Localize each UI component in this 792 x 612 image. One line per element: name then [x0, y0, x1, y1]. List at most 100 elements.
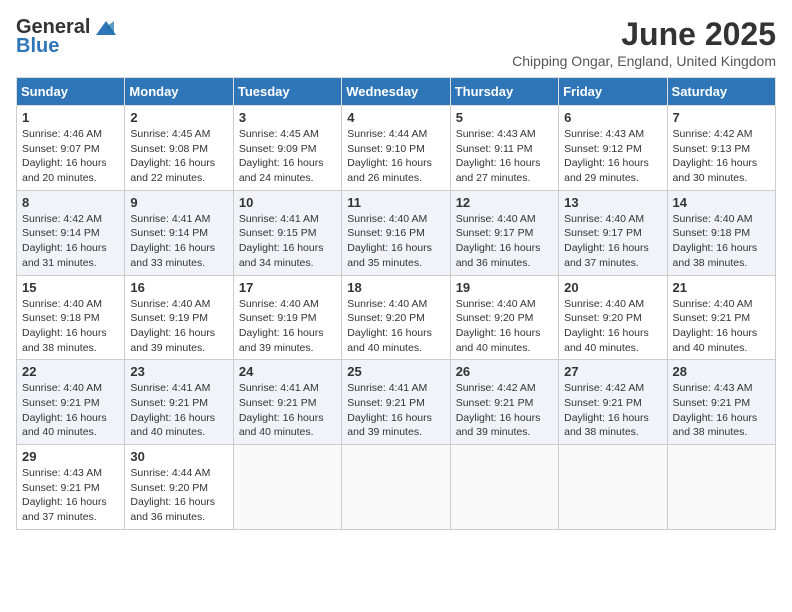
day-number: 21: [673, 280, 770, 295]
day-number: 3: [239, 110, 336, 125]
day-info: Sunrise: 4:40 AMSunset: 9:18 PMDaylight:…: [22, 297, 119, 356]
calendar-cell: [450, 445, 558, 530]
calendar-cell: 16 Sunrise: 4:40 AMSunset: 9:19 PMDayligh…: [125, 275, 233, 360]
calendar-cell: 12 Sunrise: 4:40 AMSunset: 9:17 PMDayligh…: [450, 190, 558, 275]
calendar-cell: 5 Sunrise: 4:43 AMSunset: 9:11 PMDaylight…: [450, 106, 558, 191]
day-number: 29: [22, 449, 119, 464]
calendar-table: SundayMondayTuesdayWednesdayThursdayFrid…: [16, 77, 776, 530]
day-number: 28: [673, 364, 770, 379]
calendar-cell: 1Sunrise: 4:46 AMSunset: 9:07 PMDaylight…: [17, 106, 125, 191]
day-number: 30: [130, 449, 227, 464]
day-number: 19: [456, 280, 553, 295]
day-number: 24: [239, 364, 336, 379]
calendar-cell: 15 Sunrise: 4:40 AMSunset: 9:18 PMDayligh…: [17, 275, 125, 360]
day-info: Sunrise: 4:42 AMSunset: 9:13 PMDaylight:…: [673, 127, 770, 186]
day-info: Sunrise: 4:40 AMSunset: 9:20 PMDaylight:…: [347, 297, 444, 356]
weekday-header: Sunday: [17, 78, 125, 106]
day-number: 26: [456, 364, 553, 379]
logo: General Blue: [16, 16, 120, 58]
calendar-cell: 30 Sunrise: 4:44 AMSunset: 9:20 PMDayligh…: [125, 445, 233, 530]
calendar-cell: 19 Sunrise: 4:40 AMSunset: 9:20 PMDayligh…: [450, 275, 558, 360]
calendar-cell: 21 Sunrise: 4:40 AMSunset: 9:21 PMDayligh…: [667, 275, 775, 360]
day-number: 9: [130, 195, 227, 210]
day-info: Sunrise: 4:43 AMSunset: 9:11 PMDaylight:…: [456, 127, 553, 186]
weekday-header: Thursday: [450, 78, 558, 106]
calendar-cell: 10 Sunrise: 4:41 AMSunset: 9:15 PMDayligh…: [233, 190, 341, 275]
day-number: 6: [564, 110, 661, 125]
calendar-cell: [667, 445, 775, 530]
day-number: 2: [130, 110, 227, 125]
day-info: Sunrise: 4:40 AMSunset: 9:18 PMDaylight:…: [673, 212, 770, 271]
day-number: 22: [22, 364, 119, 379]
calendar-cell: 4 Sunrise: 4:44 AMSunset: 9:10 PMDaylight…: [342, 106, 450, 191]
day-info: Sunrise: 4:40 AMSunset: 9:21 PMDaylight:…: [22, 381, 119, 440]
day-number: 18: [347, 280, 444, 295]
calendar-cell: 29 Sunrise: 4:43 AMSunset: 9:21 PMDayligh…: [17, 445, 125, 530]
calendar-cell: 6 Sunrise: 4:43 AMSunset: 9:12 PMDaylight…: [559, 106, 667, 191]
day-info: Sunrise: 4:40 AMSunset: 9:17 PMDaylight:…: [456, 212, 553, 271]
calendar-cell: 11 Sunrise: 4:40 AMSunset: 9:16 PMDayligh…: [342, 190, 450, 275]
day-info: Sunrise: 4:45 AMSunset: 9:08 PMDaylight:…: [130, 127, 227, 186]
day-info: Sunrise: 4:43 AMSunset: 9:21 PMDaylight:…: [673, 381, 770, 440]
day-number: 25: [347, 364, 444, 379]
day-number: 16: [130, 280, 227, 295]
calendar-cell: 28 Sunrise: 4:43 AMSunset: 9:21 PMDayligh…: [667, 360, 775, 445]
day-info: Sunrise: 4:42 AMSunset: 9:21 PMDaylight:…: [456, 381, 553, 440]
day-number: 14: [673, 195, 770, 210]
day-info: Sunrise: 4:44 AMSunset: 9:10 PMDaylight:…: [347, 127, 444, 186]
weekday-header: Saturday: [667, 78, 775, 106]
calendar-cell: 3 Sunrise: 4:45 AMSunset: 9:09 PMDaylight…: [233, 106, 341, 191]
day-info: Sunrise: 4:43 AMSunset: 9:21 PMDaylight:…: [22, 466, 119, 525]
day-number: 27: [564, 364, 661, 379]
day-number: 4: [347, 110, 444, 125]
day-number: 8: [22, 195, 119, 210]
calendar-cell: [559, 445, 667, 530]
day-info: Sunrise: 4:41 AMSunset: 9:15 PMDaylight:…: [239, 212, 336, 271]
day-number: 15: [22, 280, 119, 295]
day-info: Sunrise: 4:44 AMSunset: 9:20 PMDaylight:…: [130, 466, 227, 525]
calendar-cell: 7 Sunrise: 4:42 AMSunset: 9:13 PMDaylight…: [667, 106, 775, 191]
logo-blue-text: Blue: [16, 35, 59, 58]
day-info: Sunrise: 4:40 AMSunset: 9:20 PMDaylight:…: [456, 297, 553, 356]
calendar-cell: 8 Sunrise: 4:42 AMSunset: 9:14 PMDaylight…: [17, 190, 125, 275]
calendar-cell: 13 Sunrise: 4:40 AMSunset: 9:17 PMDayligh…: [559, 190, 667, 275]
day-info: Sunrise: 4:40 AMSunset: 9:19 PMDaylight:…: [239, 297, 336, 356]
calendar-cell: 20Sunrise: 4:40 AMSunset: 9:20 PMDayligh…: [559, 275, 667, 360]
weekday-header: Wednesday: [342, 78, 450, 106]
day-number: 20: [564, 280, 661, 295]
day-info: Sunrise: 4:45 AMSunset: 9:09 PMDaylight:…: [239, 127, 336, 186]
day-info: Sunrise: 4:40 AMSunset: 9:17 PMDaylight:…: [564, 212, 661, 271]
day-info: Sunrise: 4:40 AMSunset: 9:21 PMDaylight:…: [673, 297, 770, 356]
day-number: 5: [456, 110, 553, 125]
calendar-cell: [233, 445, 341, 530]
weekday-header: Monday: [125, 78, 233, 106]
calendar-cell: 23Sunrise: 4:41 AMSunset: 9:21 PMDayligh…: [125, 360, 233, 445]
calendar-cell: 27 Sunrise: 4:42 AMSunset: 9:21 PMDayligh…: [559, 360, 667, 445]
page-header: General Blue June 2025 Chipping Ongar, E…: [16, 16, 776, 69]
calendar-cell: 18 Sunrise: 4:40 AMSunset: 9:20 PMDayligh…: [342, 275, 450, 360]
weekday-header: Friday: [559, 78, 667, 106]
day-number: 11: [347, 195, 444, 210]
day-info: Sunrise: 4:40 AMSunset: 9:16 PMDaylight:…: [347, 212, 444, 271]
calendar-cell: 17 Sunrise: 4:40 AMSunset: 9:19 PMDayligh…: [233, 275, 341, 360]
day-number: 7: [673, 110, 770, 125]
weekday-header: Tuesday: [233, 78, 341, 106]
calendar-cell: 14 Sunrise: 4:40 AMSunset: 9:18 PMDayligh…: [667, 190, 775, 275]
day-info: Sunrise: 4:42 AMSunset: 9:14 PMDaylight:…: [22, 212, 119, 271]
day-info: Sunrise: 4:40 AMSunset: 9:19 PMDaylight:…: [130, 297, 227, 356]
day-info: Sunrise: 4:43 AMSunset: 9:12 PMDaylight:…: [564, 127, 661, 186]
day-number: 17: [239, 280, 336, 295]
logo-icon: [92, 17, 120, 39]
day-number: 12: [456, 195, 553, 210]
day-info: Sunrise: 4:42 AMSunset: 9:21 PMDaylight:…: [564, 381, 661, 440]
month-title: June 2025: [512, 16, 776, 53]
day-number: 1: [22, 110, 119, 125]
day-info: Sunrise: 4:41 AMSunset: 9:21 PMDaylight:…: [239, 381, 336, 440]
title-section: June 2025 Chipping Ongar, England, Unite…: [512, 16, 776, 69]
calendar-cell: 22 Sunrise: 4:40 AMSunset: 9:21 PMDayligh…: [17, 360, 125, 445]
location-text: Chipping Ongar, England, United Kingdom: [512, 53, 776, 69]
day-info: Sunrise: 4:41 AMSunset: 9:21 PMDaylight:…: [347, 381, 444, 440]
day-number: 10: [239, 195, 336, 210]
calendar-cell: [342, 445, 450, 530]
day-number: 13: [564, 195, 661, 210]
